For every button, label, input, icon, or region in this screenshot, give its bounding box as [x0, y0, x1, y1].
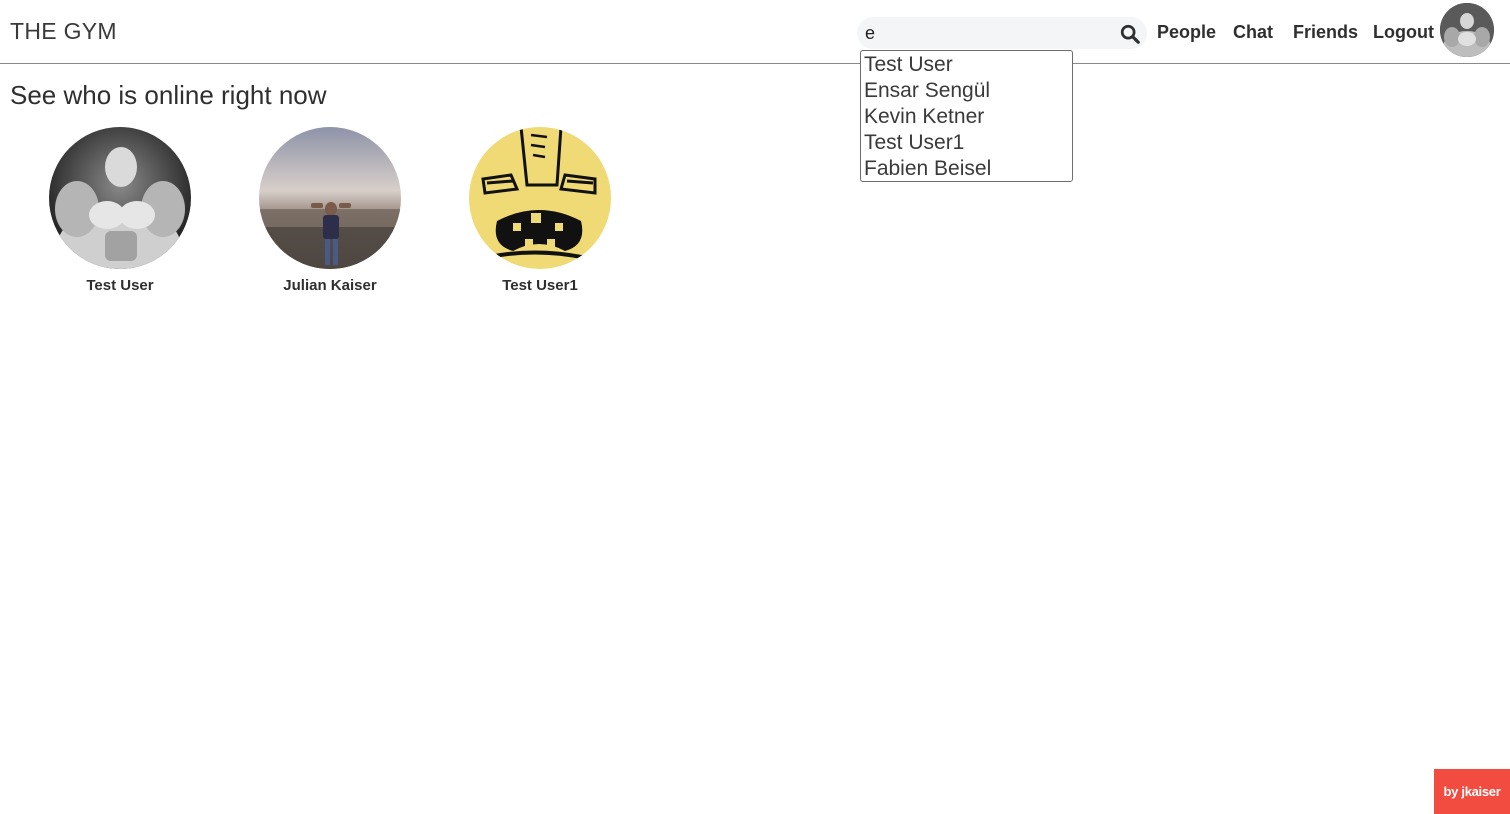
- suggestion-item[interactable]: Kevin Ketner: [864, 104, 1072, 130]
- search-box: [857, 17, 1147, 49]
- user-name[interactable]: Julian Kaiser: [235, 277, 425, 294]
- user-avatar[interactable]: [49, 127, 191, 269]
- nav-logout-link[interactable]: Logout: [1373, 22, 1434, 43]
- nav-chat-link[interactable]: Chat: [1233, 22, 1273, 43]
- current-user-avatar[interactable]: [1440, 3, 1494, 57]
- suggestion-item[interactable]: Ensar Sengül: [864, 78, 1072, 104]
- online-user-card[interactable]: Julian Kaiser: [235, 127, 425, 294]
- online-user-card[interactable]: Test User: [25, 127, 215, 294]
- search-icon[interactable]: [1119, 23, 1141, 45]
- user-name[interactable]: Test User1: [445, 277, 635, 294]
- nav-people-link[interactable]: People: [1157, 22, 1216, 43]
- nav-friends-link[interactable]: Friends: [1293, 22, 1358, 43]
- top-navbar: THE GYM People Chat Friends Logout: [0, 0, 1510, 64]
- suggestion-item[interactable]: Fabien Beisel: [864, 156, 1072, 182]
- user-avatar[interactable]: [259, 127, 401, 269]
- search-input[interactable]: [857, 17, 1107, 49]
- user-avatar[interactable]: [469, 127, 611, 269]
- brand-logo[interactable]: THE GYM: [10, 18, 117, 45]
- author-badge[interactable]: by jkaiser: [1434, 769, 1510, 814]
- suggestion-item[interactable]: Test User1: [864, 130, 1072, 156]
- online-users-heading: See who is online right now: [10, 80, 327, 110]
- search-suggestions-dropdown: Test User Ensar Sengül Kevin Ketner Test…: [860, 50, 1073, 182]
- online-user-card[interactable]: Test User1: [445, 127, 635, 294]
- user-name[interactable]: Test User: [25, 277, 215, 294]
- suggestion-item[interactable]: Test User: [864, 52, 1072, 78]
